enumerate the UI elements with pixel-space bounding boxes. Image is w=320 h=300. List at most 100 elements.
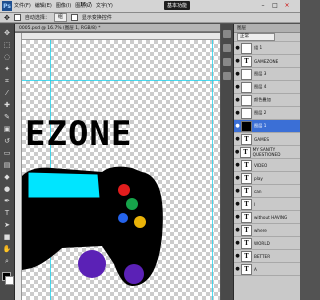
eyedropper-tool-icon[interactable]: ⁄ (2, 88, 12, 98)
photoshop-logo: Ps (2, 1, 12, 11)
visibility-eye-icon[interactable]: ● (234, 214, 241, 220)
dodge-tool-icon[interactable]: ● (2, 184, 12, 194)
layer-row[interactable]: ● T VIDEO (234, 159, 300, 172)
grip-purple-left (78, 250, 106, 278)
visibility-eye-icon[interactable]: ● (234, 162, 241, 168)
blur-tool-icon[interactable]: ◆ (2, 172, 12, 182)
layers-panel-header[interactable]: 图层 (234, 24, 300, 33)
stamp-tool-icon[interactable]: ▣ (2, 124, 12, 134)
layer-name: without HAVING (254, 214, 288, 220)
visibility-eye-icon[interactable]: ● (234, 201, 241, 207)
zoom-tool-icon[interactable]: ⌕ (2, 256, 12, 266)
layer-thumbnail (241, 94, 252, 106)
blend-mode-dropdown[interactable]: 正常 (237, 33, 275, 41)
layer-row[interactable]: ● 图层 4 (234, 81, 300, 94)
type-tool-icon[interactable]: T (2, 208, 12, 218)
document-tab[interactable]: 0005.psd @ 16.7% (图层 1, RGB/8) * (15, 24, 220, 32)
layer-row[interactable]: ● 组 1 (234, 42, 300, 55)
layer-name: VIDEO (254, 162, 268, 168)
layer-name: where (254, 227, 267, 233)
maximize-button[interactable]: □ (270, 1, 280, 10)
minimize-button[interactable]: – (258, 1, 268, 10)
properties-panel-icon[interactable] (223, 44, 231, 52)
layer-thumbnail (241, 107, 252, 119)
guide-line[interactable] (22, 80, 220, 81)
eraser-tool-icon[interactable]: ▭ (2, 148, 12, 158)
layer-row[interactable]: ● Tcan (234, 185, 300, 198)
layer-name: BETTER (254, 253, 271, 259)
history-brush-icon[interactable]: ↺ (2, 136, 12, 146)
gradient-tool-icon[interactable]: ▤ (2, 160, 12, 170)
visibility-eye-icon[interactable]: ● (234, 266, 241, 272)
visibility-eye-icon[interactable]: ● (234, 123, 241, 129)
layer-row[interactable]: ● 图层 1 (234, 120, 300, 133)
menu-item-type[interactable]: 文字(Y) (96, 2, 113, 9)
vertical-ruler[interactable] (15, 33, 22, 300)
menu-item-image[interactable]: 图像(I) (56, 2, 71, 9)
layer-row[interactable]: ● T WORLD (234, 237, 300, 250)
game-controller-art (22, 166, 163, 286)
show-transform-label: 显示变换控件 (81, 15, 112, 21)
brush-tool-icon[interactable]: ✎ (2, 112, 12, 122)
healing-tool-icon[interactable]: ✚ (2, 100, 12, 110)
visibility-eye-icon[interactable]: ● (234, 97, 241, 103)
layer-row[interactable]: ● T MY SANITY QUESTIONED (234, 146, 300, 159)
layer-row[interactable]: ● T GAMES (234, 133, 300, 146)
menu-item-edit[interactable]: 编辑(E) (35, 2, 52, 9)
menu-item-file[interactable]: 文件(F) (14, 2, 31, 9)
layer-row[interactable]: ● Tplay (234, 172, 300, 185)
visibility-eye-icon[interactable]: ● (234, 227, 241, 233)
visibility-eye-icon[interactable]: ● (234, 136, 241, 142)
text-layer-icon: T (241, 263, 252, 275)
visibility-eye-icon[interactable]: ● (234, 71, 241, 77)
layer-name: 图层 4 (254, 84, 267, 89)
zoom-level[interactable]: 16.7 (80, 2, 91, 8)
text-layer-icon: T (241, 133, 252, 145)
background-color-swatch[interactable] (5, 276, 14, 285)
info-panel-icon[interactable] (223, 58, 231, 66)
auto-select-dropdown[interactable]: 组 (53, 13, 67, 22)
visibility-eye-icon[interactable]: ● (234, 45, 241, 51)
visibility-eye-icon[interactable]: ● (234, 253, 241, 259)
layer-row[interactable]: ● Twithout HAVING (234, 211, 300, 224)
marquee-tool-icon[interactable]: ⬚ (2, 40, 12, 50)
path-select-icon[interactable]: ➤ (2, 220, 12, 230)
button-blue (118, 213, 128, 223)
layer-row[interactable]: ● 颜色叠加 (234, 94, 300, 107)
visibility-eye-icon[interactable]: ● (234, 175, 241, 181)
layer-name: WORLD (254, 240, 270, 246)
visibility-eye-icon[interactable]: ● (234, 58, 241, 64)
hand-tool-icon[interactable]: ✋ (2, 244, 12, 254)
horizontal-ruler[interactable] (21, 33, 220, 40)
pen-tool-icon[interactable]: ✒ (2, 196, 12, 206)
crop-tool-icon[interactable]: ⌗ (2, 76, 12, 86)
layer-row[interactable]: ● T A (234, 263, 300, 276)
layer-row[interactable]: ● T GAMEZONE (234, 55, 300, 68)
layer-row[interactable]: ● T I (234, 198, 300, 211)
layer-row[interactable]: ● 图层 2 (234, 107, 300, 120)
canvas[interactable]: EZONE (22, 40, 220, 300)
shape-tool-icon[interactable]: ■ (2, 232, 12, 242)
visibility-eye-icon[interactable]: ● (234, 240, 241, 246)
lasso-tool-icon[interactable]: ◌ (2, 52, 12, 62)
auto-select-checkbox[interactable] (13, 14, 21, 21)
move-tool-icon[interactable]: ✥ (2, 28, 12, 38)
visibility-eye-icon[interactable]: ● (234, 188, 241, 194)
layer-row[interactable]: ● 图层 3 (234, 68, 300, 81)
move-tool-icon[interactable]: ✥ (4, 14, 10, 22)
adjustments-panel-icon[interactable] (223, 72, 231, 80)
layer-name: GAMES (254, 136, 270, 142)
layer-thumbnail (241, 68, 252, 80)
layer-row[interactable]: ● Twhere (234, 224, 300, 237)
close-button[interactable]: × (282, 1, 292, 10)
show-transform-checkbox[interactable] (70, 14, 78, 21)
layer-row[interactable]: ● T BETTER (234, 250, 300, 263)
magic-wand-icon[interactable]: ✦ (2, 64, 12, 74)
layer-name: can (254, 188, 262, 194)
visibility-eye-icon[interactable]: ● (234, 84, 241, 90)
history-panel-icon[interactable] (223, 30, 231, 38)
workspace-button[interactable]: 基本功能 (164, 1, 190, 10)
layer-name: 组 1 (254, 45, 263, 50)
visibility-eye-icon[interactable]: ● (234, 110, 241, 116)
text-layer-icon: T (241, 185, 252, 197)
